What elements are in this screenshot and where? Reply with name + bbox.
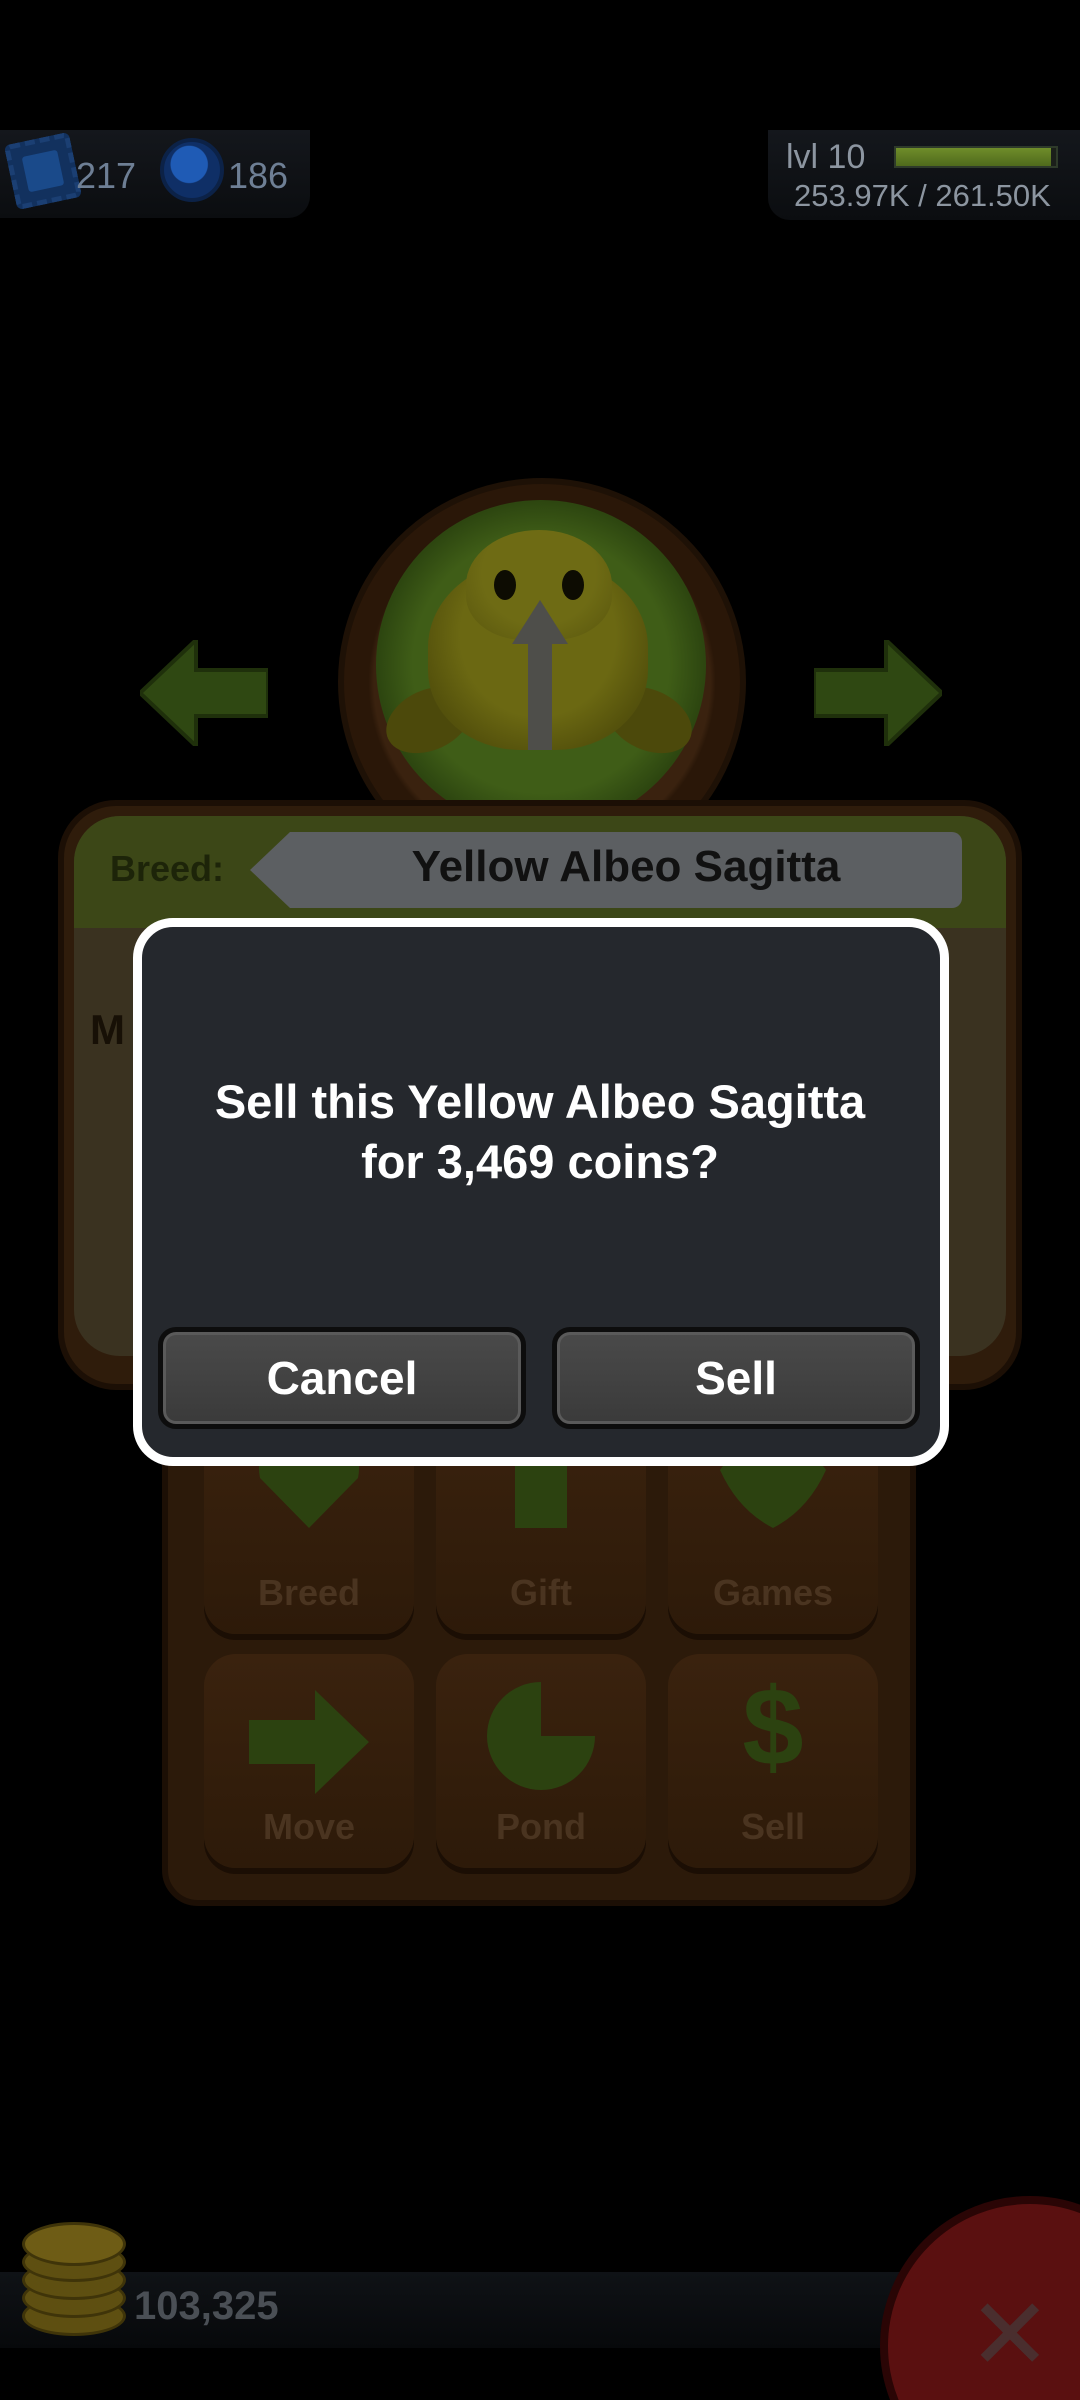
sell-button[interactable]: $ Sell — [668, 1654, 878, 1868]
confirm-sell-button[interactable]: Sell — [552, 1327, 920, 1429]
gems-count: 186 — [228, 155, 289, 196]
dialog-message: Sell this Yellow Albeo Sagitta for 3,469… — [160, 1072, 920, 1192]
dollar-icon: $ — [742, 1666, 804, 1789]
gift-button-label: Gift — [510, 1572, 572, 1613]
coins-icon — [22, 2218, 126, 2338]
gem-icon — [160, 138, 224, 202]
frog-arrow-marking — [512, 600, 568, 750]
close-icon: ✕ — [968, 2279, 1052, 2391]
stamp-icon — [3, 131, 83, 211]
breed-label: Breed: — [110, 848, 225, 889]
level-label: lvl 10 — [786, 138, 866, 176]
next-frog-arrow[interactable] — [814, 640, 942, 746]
xp-text: 253.97K / 261.50K — [794, 178, 1051, 213]
move-button[interactable]: Move — [204, 1654, 414, 1868]
cancel-button[interactable]: Cancel — [158, 1327, 526, 1429]
app-screen: 217 186 lvl 10 253.97K / 261.50K Breed: … — [0, 0, 1080, 2400]
frog-eye-left — [494, 570, 516, 600]
previous-frog-arrow[interactable] — [140, 640, 268, 746]
frog-eye-right — [562, 570, 584, 600]
lily-pad-icon — [487, 1682, 595, 1790]
xp-progress-track — [894, 146, 1058, 168]
breed-name: Yellow Albeo Sagitta — [411, 842, 841, 891]
dialog-message-line-2: for 3,469 coins? — [361, 1135, 719, 1188]
games-button-label: Games — [712, 1572, 834, 1613]
breed-button-label: Breed — [257, 1572, 361, 1613]
dialog-message-line-1: Sell this Yellow Albeo Sagitta — [214, 1075, 866, 1128]
xp-progress-fill — [896, 148, 1052, 166]
move-button-label: Move — [262, 1806, 356, 1847]
pond-button[interactable]: Pond — [436, 1654, 646, 1868]
sell-button-label: Sell — [740, 1806, 806, 1847]
pond-button-label: Pond — [496, 1806, 586, 1847]
coins-count: 103,325 — [134, 2284, 279, 2328]
panel-row-label: M — [90, 1006, 125, 1053]
stamps-count: 217 — [76, 155, 137, 196]
arrow-right-icon — [249, 1690, 369, 1794]
